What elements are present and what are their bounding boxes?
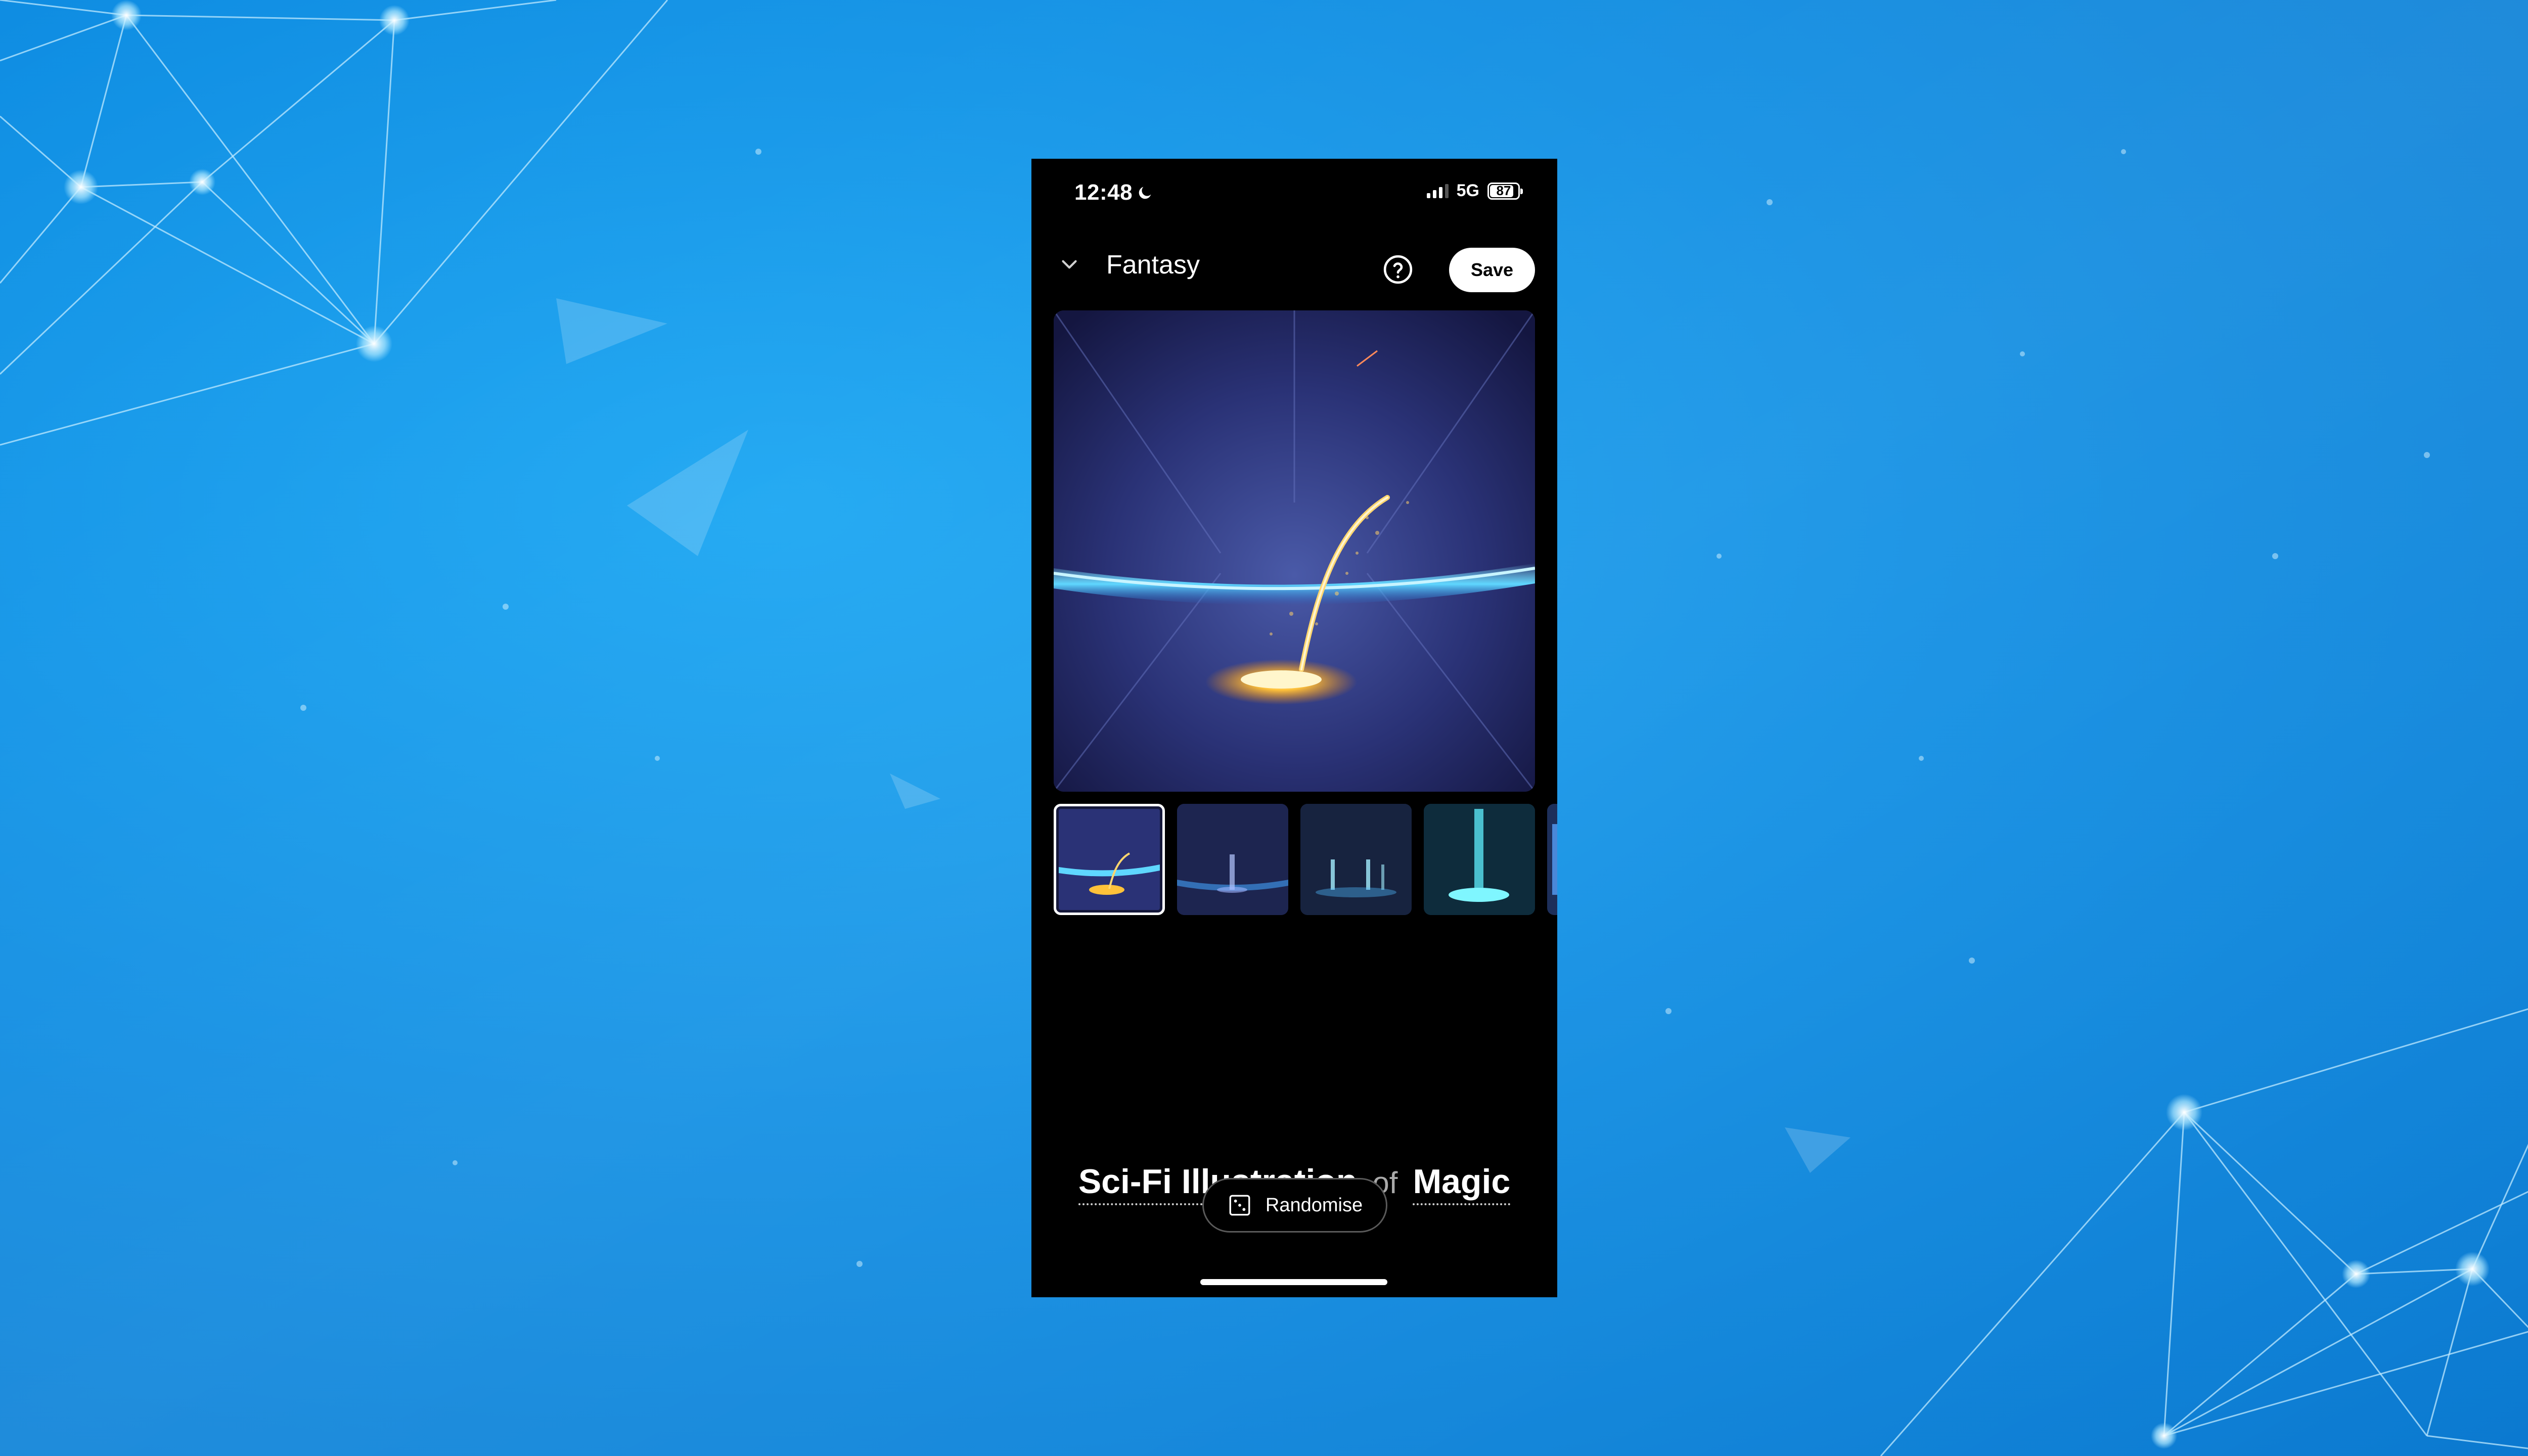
thumbnail-1[interactable] [1054,804,1165,915]
status-right-group: 5G 87 [1426,181,1523,201]
thumbnail-2[interactable] [1177,804,1288,915]
thumbnail-4[interactable] [1424,804,1535,915]
prompt-subject-token[interactable]: Magic [1413,1162,1511,1205]
network-type: 5G [1456,181,1479,200]
thumbnail-strip [1054,804,1557,915]
status-time-group: 12:48 [1074,180,1154,205]
randomise-button[interactable]: Randomise [1202,1178,1387,1233]
status-bar: 12:48 5G 87 [1031,159,1557,224]
save-button[interactable]: Save [1449,248,1535,292]
question-circle-icon[interactable] [1382,254,1414,285]
thumbnail-5[interactable] [1547,804,1557,915]
battery-icon: 87 [1487,182,1523,200]
phone-screen: 12:48 5G 87 Fantasy Save Sci-Fi of Magic… [1031,159,1557,1297]
randomise-label: Randomise [1265,1194,1363,1216]
battery-level: 87 [1496,183,1511,198]
chevron-down-icon[interactable] [1057,252,1082,277]
header: Fantasy Save [1031,235,1557,295]
thumbnail-3[interactable] [1300,804,1412,915]
generated-image [1054,310,1535,792]
home-indicator[interactable] [1200,1279,1387,1285]
generated-image-preview[interactable] [1054,310,1535,792]
status-time: 12:48 [1074,180,1133,205]
dice-icon [1229,1195,1250,1216]
moon-icon [1139,187,1151,199]
page-title[interactable]: Fantasy [1106,250,1200,280]
signal-icon [1426,184,1449,198]
